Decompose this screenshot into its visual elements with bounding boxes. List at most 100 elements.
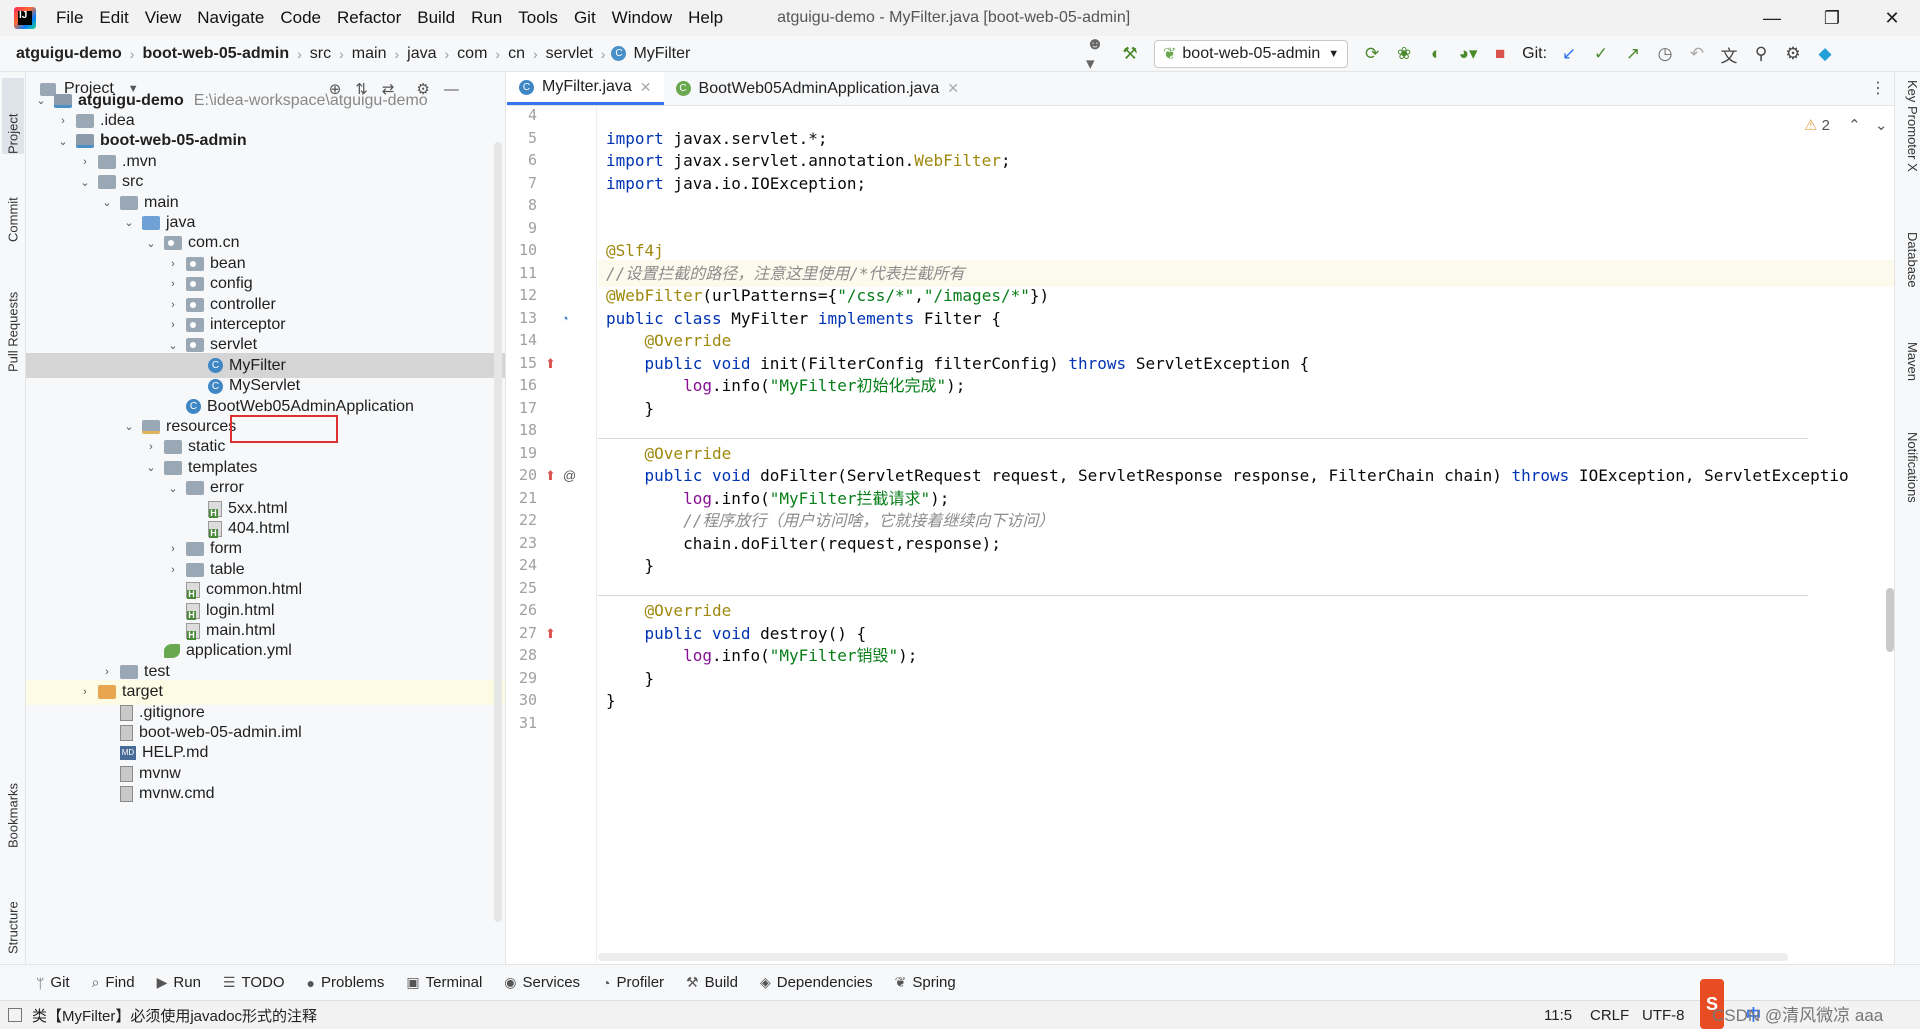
chevron-down-icon[interactable]: ⌄ xyxy=(56,135,70,148)
chevron-down-icon[interactable]: ⌄ xyxy=(122,216,136,229)
tab-structure[interactable]: Structure xyxy=(2,868,24,954)
menu-window[interactable]: Window xyxy=(604,0,680,36)
git-update-icon[interactable]: ↙ xyxy=(1557,42,1581,66)
line-ending[interactable]: CRLF xyxy=(1590,1001,1629,1029)
editor-horizontal-scrollbar[interactable] xyxy=(598,953,1788,961)
git-commit-icon[interactable]: ✓ xyxy=(1589,42,1613,66)
breadcrumb-item[interactable]: main xyxy=(350,45,389,63)
override-marker-icon[interactable]: ⬆ xyxy=(545,626,556,642)
chevron-down-icon[interactable]: ⌄ xyxy=(166,482,180,495)
caret-position[interactable]: 11:5 xyxy=(1544,1001,1572,1029)
chevron-right-icon[interactable]: › xyxy=(78,156,92,168)
translate-icon[interactable]: 文 xyxy=(1717,42,1741,66)
breadcrumb-item[interactable]: src xyxy=(308,45,333,63)
maximize-button[interactable]: ❐ xyxy=(1804,0,1860,36)
close-icon[interactable]: ✕ xyxy=(947,80,959,97)
status-message[interactable]: 类【MyFilter】必须使用javadoc形式的注释 xyxy=(32,1005,317,1026)
menu-edit[interactable]: Edit xyxy=(91,0,136,36)
menu-git[interactable]: Git xyxy=(566,0,604,36)
chevron-down-icon[interactable]: ⌄ xyxy=(100,196,114,209)
chevron-right-icon[interactable]: › xyxy=(166,258,180,270)
annotation-marker-icon[interactable]: @ xyxy=(563,468,576,483)
menu-code[interactable]: Code xyxy=(272,0,329,36)
menu-build[interactable]: Build xyxy=(409,0,463,36)
tool-window-terminal[interactable]: ▣ Terminal xyxy=(406,974,482,991)
breadcrumb-item[interactable]: cn xyxy=(506,45,527,63)
search-icon[interactable]: ⚲ xyxy=(1749,42,1773,66)
breadcrumb-item[interactable]: MyFilter xyxy=(631,45,692,63)
coverage-icon[interactable]: ◐ xyxy=(1424,42,1448,66)
override-marker-icon[interactable]: ⬆ xyxy=(545,468,556,484)
user-icon[interactable]: ☻▾ xyxy=(1086,34,1110,73)
tab-database[interactable]: Database xyxy=(1898,232,1920,332)
close-window-button[interactable]: ✕ xyxy=(1864,0,1920,36)
code-line[interactable]: import java.io.IOException; xyxy=(606,170,866,197)
breadcrumb-item[interactable]: atguigu-demo xyxy=(14,45,124,63)
chevron-up-icon[interactable]: ⌃ xyxy=(1848,117,1861,134)
minimize-button[interactable]: — xyxy=(1744,0,1800,36)
file-encoding[interactable]: UTF-8 xyxy=(1642,1001,1685,1029)
tool-window-problems[interactable]: ● Problems xyxy=(307,974,385,991)
tab-bookmarks[interactable]: Bookmarks xyxy=(2,752,24,848)
tool-window-find[interactable]: ⌕ Find xyxy=(92,974,135,991)
tree-scrollbar[interactable] xyxy=(494,142,502,922)
menu-run[interactable]: Run xyxy=(463,0,510,36)
chevron-down-icon[interactable]: ⌄ xyxy=(34,94,48,107)
code-line[interactable]: } xyxy=(606,687,616,714)
override-marker-icon[interactable]: ⬆ xyxy=(545,356,556,372)
menu-view[interactable]: View xyxy=(137,0,190,36)
code-line[interactable]: } xyxy=(606,552,655,579)
tab-project[interactable]: Project xyxy=(2,78,24,154)
tab-notifications[interactable]: Notifications xyxy=(1898,432,1920,552)
toolbox-icon[interactable]: ◆ xyxy=(1813,42,1837,66)
breadcrumb-item[interactable]: servlet xyxy=(544,45,595,63)
more-tabs-icon[interactable]: ⋮ xyxy=(1870,78,1886,98)
close-icon[interactable]: ✕ xyxy=(640,79,652,96)
breadcrumb-item[interactable]: boot-web-05-admin xyxy=(140,45,291,63)
menu-file[interactable]: File xyxy=(48,0,91,36)
tab-bootweb05adminapplication-java[interactable]: C BootWeb05AdminApplication.java ✕ xyxy=(664,72,971,105)
menu-navigate[interactable]: Navigate xyxy=(189,0,272,36)
chevron-right-icon[interactable]: › xyxy=(166,299,180,311)
tree-item[interactable]: mvnw.cmd xyxy=(26,782,505,807)
git-push-icon[interactable]: ↗ xyxy=(1621,42,1645,66)
history-icon[interactable]: ◷ xyxy=(1653,42,1677,66)
tool-window-spring[interactable]: ❦ Spring xyxy=(895,974,956,991)
build-hammer-icon[interactable]: ⚒ xyxy=(1118,42,1142,66)
tab-maven[interactable]: Maven xyxy=(1898,342,1920,422)
code-line[interactable]: log.info("MyFilter初始化完成"); xyxy=(606,372,965,399)
debug-icon[interactable]: ❀ xyxy=(1392,42,1416,66)
chevron-down-icon[interactable]: ⌄ xyxy=(144,461,158,474)
chevron-right-icon[interactable]: › xyxy=(166,543,180,555)
status-toggle-icon[interactable] xyxy=(8,1008,22,1022)
breadcrumb-item[interactable]: com xyxy=(455,45,489,63)
chevron-down-icon[interactable]: ⌄ xyxy=(122,420,136,433)
chevron-right-icon[interactable]: › xyxy=(166,564,180,576)
settings-gear-icon[interactable]: ⚙ xyxy=(1781,42,1805,66)
menu-help[interactable]: Help xyxy=(680,0,731,36)
rerun-icon[interactable]: ⟳ xyxy=(1360,42,1384,66)
chevron-down-icon[interactable]: ⌄ xyxy=(78,176,92,189)
tab-pull-requests[interactable]: Pull Requests xyxy=(2,262,24,372)
chevron-down-icon[interactable]: ⌄ xyxy=(1875,117,1888,134)
tab-myfilter-java[interactable]: C MyFilter.java ✕ xyxy=(507,72,664,105)
chevron-right-icon[interactable]: › xyxy=(166,319,180,331)
tool-window-services[interactable]: ◉ Services xyxy=(504,974,580,991)
chevron-right-icon[interactable]: › xyxy=(56,115,70,127)
tool-window-build[interactable]: ⚒ Build xyxy=(686,974,738,991)
chevron-right-icon[interactable]: › xyxy=(78,686,92,698)
menu-tools[interactable]: Tools xyxy=(510,0,566,36)
code-editor[interactable]: import javax.servlet.*; import javax.serv… xyxy=(598,106,1894,964)
tool-window-git[interactable]: ᛘ Git xyxy=(36,974,70,991)
chevron-right-icon[interactable]: › xyxy=(100,666,114,678)
chevron-down-icon[interactable]: ⌄ xyxy=(144,237,158,250)
tab-commit[interactable]: Commit xyxy=(2,172,24,242)
run-configuration-select[interactable]: ❦ boot-web-05-admin ▼ xyxy=(1154,40,1349,68)
tool-window-profiler[interactable]: ◔ Profiler xyxy=(602,974,664,991)
tool-window-run[interactable]: ▶ Run xyxy=(157,974,201,991)
stop-icon[interactable]: ■ xyxy=(1488,42,1512,66)
web-filter-marker-icon[interactable]: ◔ xyxy=(561,311,569,326)
rollback-icon[interactable]: ↶ xyxy=(1685,42,1709,66)
breadcrumb-item[interactable]: java xyxy=(405,45,438,63)
tool-window-todo[interactable]: ☰ TODO xyxy=(223,974,285,991)
